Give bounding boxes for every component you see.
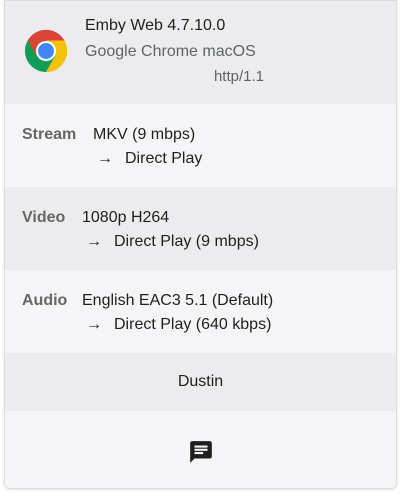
app-name: Emby Web 4.7.10.0 (85, 17, 226, 34)
audio-method-text: Direct Play (640 kbps) (114, 316, 272, 333)
username[interactable]: Dustin (5, 373, 396, 391)
device-name: Google Chrome macOS (85, 43, 256, 60)
arrow-right-icon: → (97, 150, 113, 167)
arrow-right-icon: → (86, 316, 102, 333)
video-method: → Direct Play (9 mbps) (86, 233, 259, 251)
actions-row (5, 411, 396, 488)
message-icon (190, 441, 212, 463)
chrome-logo-icon (24, 29, 68, 73)
stream-row: Stream MKV (9 mbps) → Direct Play (5, 104, 396, 187)
protocol: http/1.1 (213, 68, 264, 85)
audio-value: English EAC3 5.1 (Default) (82, 292, 274, 309)
session-header: Emby Web 4.7.10.0 Google Chrome macOS ht… (5, 1, 396, 104)
stream-method-text: Direct Play (125, 150, 203, 167)
video-row: Video 1080p H264 → Direct Play (9 mbps) (5, 187, 396, 270)
stream-value: MKV (9 mbps) (93, 126, 196, 143)
audio-label: Audio (22, 292, 68, 309)
send-message-button[interactable] (186, 437, 216, 467)
arrow-right-icon: → (86, 233, 102, 250)
audio-row: Audio English EAC3 5.1 (Default) → Direct… (5, 270, 396, 353)
audio-method: → Direct Play (640 kbps) (86, 316, 271, 334)
video-method-text: Direct Play (9 mbps) (114, 233, 259, 250)
video-value: 1080p H264 (82, 209, 170, 226)
user-row: Dustin (5, 353, 396, 411)
video-label: Video (22, 209, 66, 226)
stream-label: Stream (22, 126, 77, 143)
session-card: Emby Web 4.7.10.0 Google Chrome macOS ht… (4, 0, 397, 489)
stream-method: → Direct Play (97, 150, 202, 168)
